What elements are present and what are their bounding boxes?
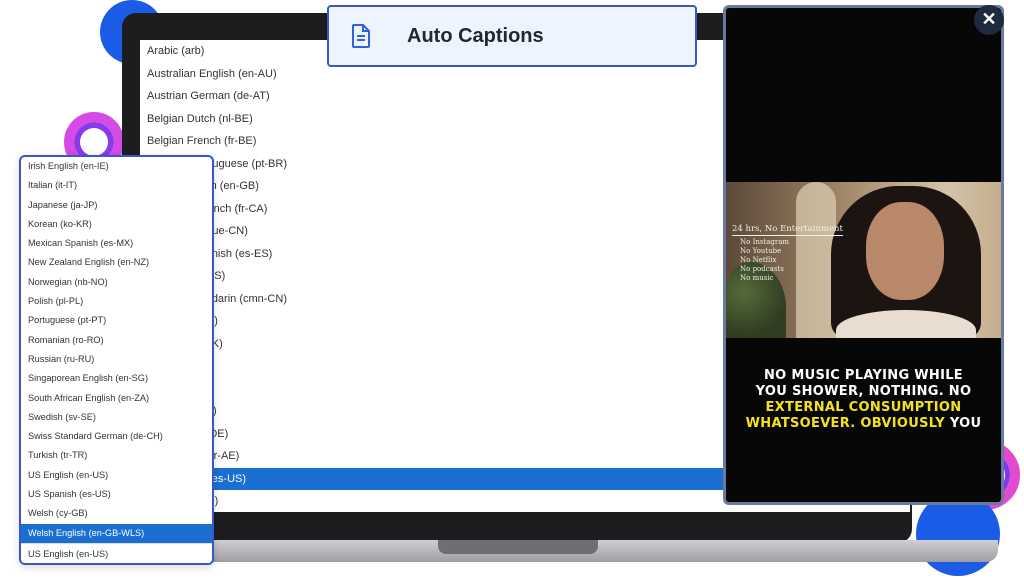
frame-note-item: No podcasts	[740, 265, 784, 273]
dropdown-option[interactable]: Romanian (ro-RO)	[21, 331, 212, 350]
auto-captions-title: Auto Captions	[407, 24, 544, 47]
dropdown-option[interactable]: Italian (it-IT)	[21, 176, 212, 195]
dropdown-option[interactable]: Polish (pl-PL)	[21, 292, 212, 311]
dropdown-current-value[interactable]: US English (en-US)	[21, 543, 212, 563]
video-frame: 24 hrs, No Entertainment No Instagram No…	[726, 182, 1001, 338]
dropdown-option[interactable]: Russian (ru-RU)	[21, 350, 212, 369]
dropdown-option[interactable]: Singaporean English (en-SG)	[21, 369, 212, 388]
dropdown-option[interactable]: Japanese (ja-JP)	[21, 196, 212, 215]
subtitle-line: WHATSOEVER. OBVIOUSLY YOU	[726, 416, 1001, 432]
subtitle-text: YOU	[945, 416, 982, 431]
auto-captions-card: Auto Captions	[327, 5, 697, 67]
frame-note: 24 hrs, No Entertainment No Instagram No…	[732, 216, 843, 283]
dropdown-option[interactable]: US English (en-US)	[21, 466, 212, 485]
dropdown-option[interactable]: Norwegian (nb-NO)	[21, 273, 212, 292]
dropdown-option[interactable]: Swiss Standard German (de-CH)	[21, 427, 212, 446]
frame-note-item: No Instagram	[740, 238, 790, 246]
person-face	[866, 202, 944, 300]
dropdown-option[interactable]: Swedish (sv-SE)	[21, 408, 212, 427]
document-icon	[352, 24, 370, 48]
dropdown-option[interactable]: Turkish (tr-TR)	[21, 446, 212, 465]
dropdown-option[interactable]: US Spanish (es-US)	[21, 485, 212, 504]
frame-note-item: No Netflix	[740, 256, 777, 264]
dropdown-option[interactable]: Irish English (en-IE)	[21, 157, 212, 176]
dropdown-option[interactable]: Korean (ko-KR)	[21, 215, 212, 234]
close-button[interactable]: ✕	[974, 5, 1004, 35]
dropdown-option[interactable]: South African English (en-ZA)	[21, 389, 212, 408]
subtitle-highlight: WHATSOEVER. OBVIOUSLY	[745, 416, 946, 431]
dropdown-option[interactable]: New Zealand English (en-NZ)	[21, 253, 212, 272]
frame-note-item: No Youtube	[740, 247, 782, 255]
subtitle-line-highlight: EXTERNAL CONSUMPTION	[765, 400, 962, 415]
dropdown-option[interactable]: Welsh (cy-GB)	[21, 504, 212, 523]
video-preview-panel[interactable]: 24 hrs, No Entertainment No Instagram No…	[723, 5, 1004, 505]
subtitle-line: NO MUSIC PLAYING WHILE	[764, 368, 963, 383]
dropdown-option[interactable]: Welsh English (en-GB-WLS)	[21, 523, 212, 543]
dropdown-option[interactable]: Mexican Spanish (es-MX)	[21, 234, 212, 253]
caption-subtitle: NO MUSIC PLAYING WHILE YOU SHOWER, NOTHI…	[726, 368, 1001, 432]
language-dropdown[interactable]: Irish English (en-IE) Italian (it-IT) Japa…	[19, 155, 214, 565]
subtitle-line: YOU SHOWER, NOTHING. NO	[755, 384, 972, 399]
frame-note-title: 24 hrs, No Entertainment	[732, 224, 843, 236]
frame-note-item: No music	[740, 274, 774, 282]
dropdown-option[interactable]: Portuguese (pt-PT)	[21, 311, 212, 330]
laptop-notch	[438, 540, 598, 554]
dropdown-options: Irish English (en-IE) Italian (it-IT) Japa…	[21, 157, 212, 543]
